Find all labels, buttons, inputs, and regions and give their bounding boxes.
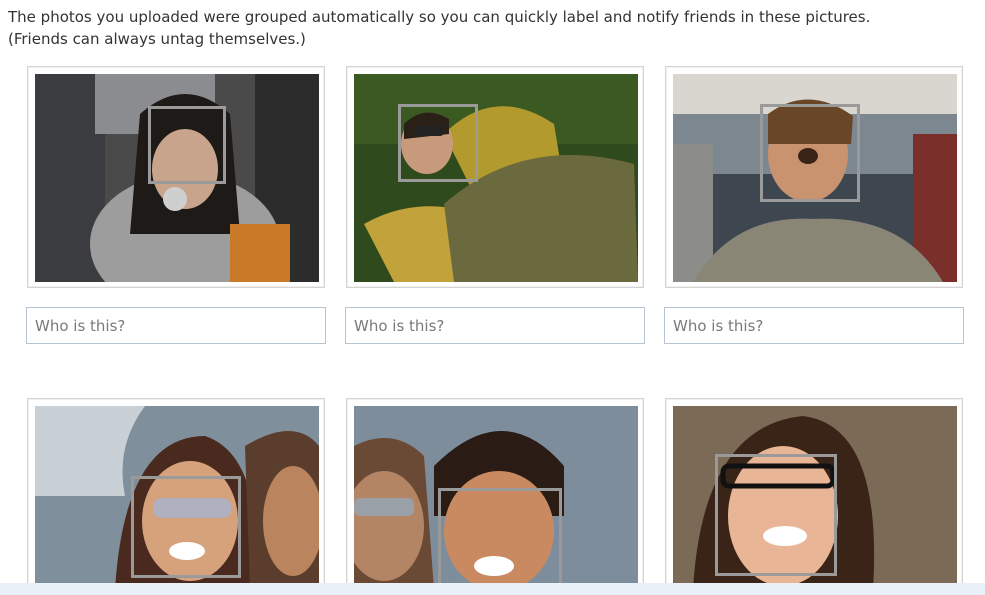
photo-card-2 [346, 66, 644, 288]
photo-6 [673, 406, 957, 589]
photo-1 [35, 74, 319, 282]
photo-2 [354, 74, 638, 282]
photo-3 [673, 74, 957, 282]
who-is-this-input-3[interactable] [664, 307, 964, 344]
instructions-text: The photos you uploaded were grouped aut… [8, 6, 978, 50]
face-detection-box[interactable] [760, 104, 860, 202]
photo-5 [354, 406, 638, 589]
who-is-this-input-2[interactable] [345, 307, 645, 344]
face-detection-box[interactable] [148, 106, 226, 184]
bottom-bar [0, 583, 985, 595]
photo-4 [35, 406, 319, 589]
instructions-line-1: The photos you uploaded were grouped aut… [8, 8, 871, 26]
photo-card-6 [665, 398, 963, 589]
face-detection-box[interactable] [398, 104, 478, 182]
photo-card-5 [346, 398, 644, 589]
who-is-this-input-1[interactable] [26, 307, 326, 344]
face-detection-box[interactable] [438, 488, 562, 589]
photo-card-4 [27, 398, 325, 589]
photo-card-1 [27, 66, 325, 288]
instructions-line-2: (Friends can always untag themselves.) [8, 30, 306, 48]
photo-card-3 [665, 66, 963, 288]
face-detection-box[interactable] [715, 454, 837, 576]
face-detection-box[interactable] [131, 476, 241, 578]
